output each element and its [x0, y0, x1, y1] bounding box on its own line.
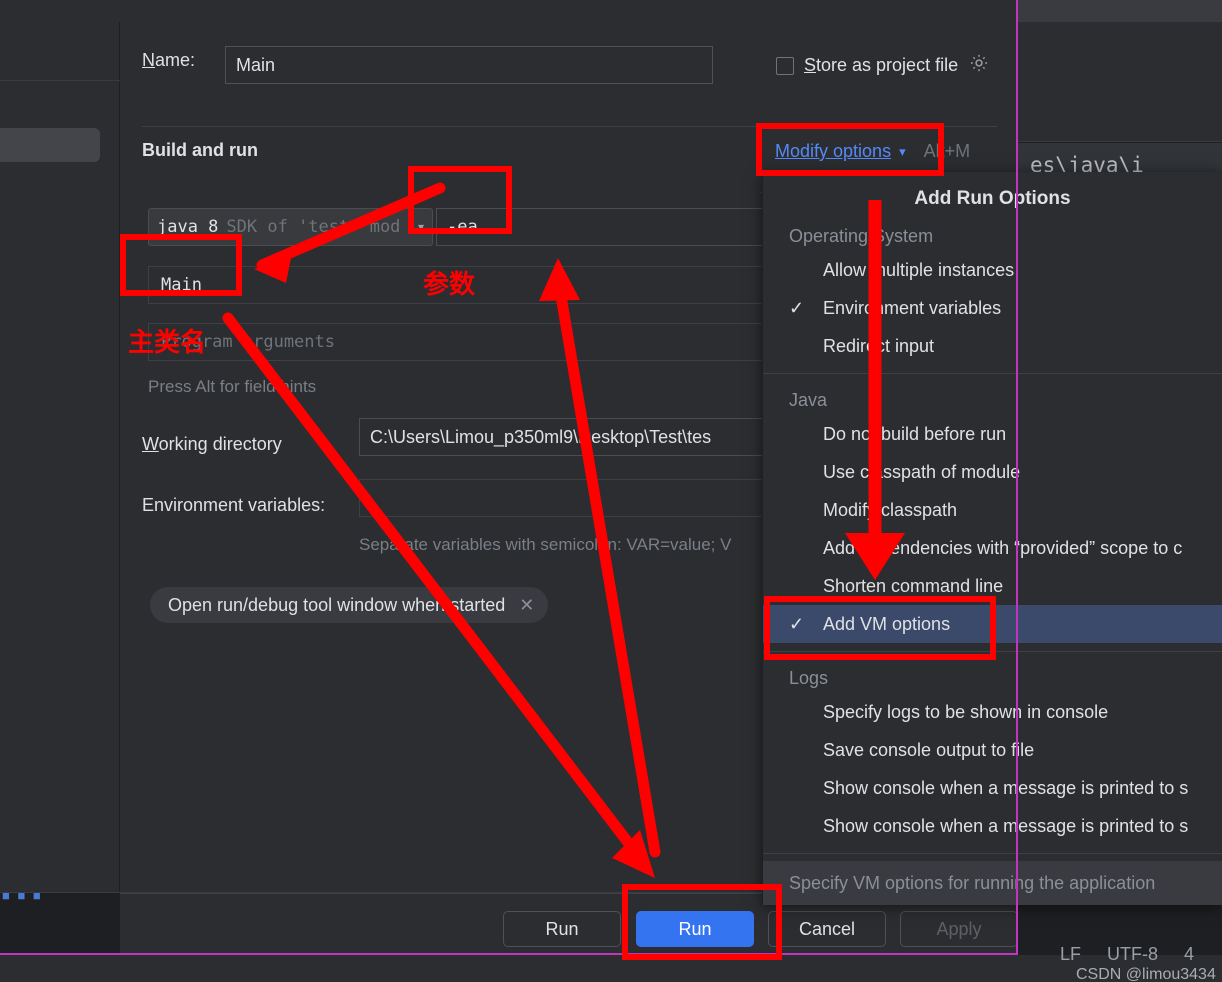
watermark: CSDN @limou3434 [1076, 966, 1216, 982]
status-bar: LF UTF-8 4 CSDN @limou3434 [1018, 930, 1222, 982]
popup-menu-item-label: Show console when a message is printed t… [823, 816, 1188, 837]
add-run-options-popup: Add Run Options Operating System Allow mu… [762, 172, 1222, 905]
environment-variables-input[interactable] [359, 479, 799, 517]
status-indent[interactable]: 4 [1184, 944, 1194, 965]
popup-footer-hint: Specify VM options for running the appli… [763, 861, 1222, 905]
left-panel-divider [0, 80, 120, 81]
name-input[interactable] [225, 46, 713, 84]
popup-menu-item-label: Environment variables [823, 298, 1001, 319]
popup-menu-body: Operating System Allow multiple instances… [763, 210, 1222, 895]
store-as-project-file-label: Store as project file [804, 55, 958, 76]
left-panel-selected-item[interactable] [0, 128, 100, 162]
apply-button[interactable]: Apply [900, 911, 1018, 947]
popup-menu-item[interactable]: ✓Environment variables [763, 289, 1222, 327]
store-as-project-file-checkbox[interactable] [776, 57, 794, 75]
dialog-border-right [1016, 0, 1018, 955]
ide-right-pane: ß M [1000, 0, 1222, 190]
name-row: Name: [142, 50, 195, 71]
status-line-separator[interactable]: LF [1060, 944, 1081, 965]
popup-menu-item[interactable]: Do not build before run [763, 415, 1222, 453]
popup-menu-item-label: Modify classpath [823, 500, 957, 521]
program-arguments-input[interactable]: Program arguments [148, 323, 783, 361]
popup-menu-item[interactable]: Add dependencies with “provided” scope t… [763, 529, 1222, 567]
left-tool-panel: ■ ■ ■ [0, 22, 120, 892]
build-and-run-title: Build and run [142, 140, 258, 161]
popup-menu-item[interactable]: Show console when a message is printed t… [763, 769, 1222, 807]
more-options-dots-icon[interactable]: ■ ■ ■ [2, 888, 43, 903]
cancel-button[interactable]: Cancel [768, 911, 886, 947]
popup-group-title: Operating System [763, 210, 1222, 251]
popup-menu-item[interactable]: Redirect input [763, 327, 1222, 365]
annotation-box-run-button [622, 884, 782, 960]
popup-menu-item-label: Specify logs to be shown in console [823, 702, 1108, 723]
open-tool-window-chip[interactable]: Open run/debug tool window when started … [150, 587, 548, 623]
popup-menu-item-label: Use classpath of module [823, 462, 1020, 483]
environment-variables-hint: Separate variables with semicolon: VAR=v… [359, 535, 731, 555]
popup-group-title: Java [763, 374, 1222, 415]
open-tool-window-chip-label: Open run/debug tool window when started [168, 595, 505, 616]
popup-menu-item-label: Redirect input [823, 336, 934, 357]
annotation-box-vm-options [408, 166, 512, 234]
annotation-text-params: 参数 [423, 264, 475, 301]
store-as-project-file-row[interactable]: Store as project file [776, 52, 990, 79]
popup-menu-item[interactable]: Specify logs to be shown in console [763, 693, 1222, 731]
popup-menu-item-label: Allow multiple instances [823, 260, 1014, 281]
environment-variables-label: Environment variables: [142, 495, 325, 516]
popup-title: Add Run Options [763, 172, 1222, 210]
popup-menu-item-label: Shorten command line [823, 576, 1003, 597]
popup-menu-item-label: Save console output to file [823, 740, 1034, 761]
sdk-description: SDK of 'test' mod [226, 217, 400, 237]
popup-menu-item[interactable]: Show console when a message is printed t… [763, 807, 1222, 845]
popup-menu-item[interactable]: Save console output to file [763, 731, 1222, 769]
working-directory-label: Working directory [142, 434, 282, 455]
popup-menu-item-label: Add dependencies with “provided” scope t… [823, 538, 1182, 559]
close-icon[interactable]: ✕ [519, 595, 534, 616]
annotation-text-main-class: 主类名 [128, 322, 206, 359]
name-label: Name: [142, 50, 195, 70]
screen: ↑ ⟨ ⌕ es\java\i ß M ■ ■ ■ Name: Store as… [0, 0, 1222, 982]
annotation-box-modify-options [756, 123, 944, 176]
annotation-box-main-class [120, 234, 242, 296]
annotation-box-add-vm-options [764, 596, 996, 660]
working-directory-input[interactable]: C:\Users\Limou_p350ml9\Desktop\Test\tes [359, 418, 799, 456]
field-hints-text: Press Alt for field hints [148, 377, 316, 397]
popup-menu-item[interactable]: Allow multiple instances [763, 251, 1222, 289]
popup-menu-item[interactable]: Use classpath of module [763, 453, 1222, 491]
popup-menu-item-label: Do not build before run [823, 424, 1006, 445]
gear-icon[interactable] [968, 52, 990, 79]
popup-menu-item[interactable]: Modify classpath [763, 491, 1222, 529]
working-directory-value: C:\Users\Limou_p350ml9\Desktop\Test\tes [370, 427, 711, 448]
run-button-outline[interactable]: Run [503, 911, 621, 947]
popup-menu-item-label: Show console when a message is printed t… [823, 778, 1188, 799]
status-encoding[interactable]: UTF-8 [1107, 944, 1158, 965]
check-icon: ✓ [789, 298, 823, 319]
